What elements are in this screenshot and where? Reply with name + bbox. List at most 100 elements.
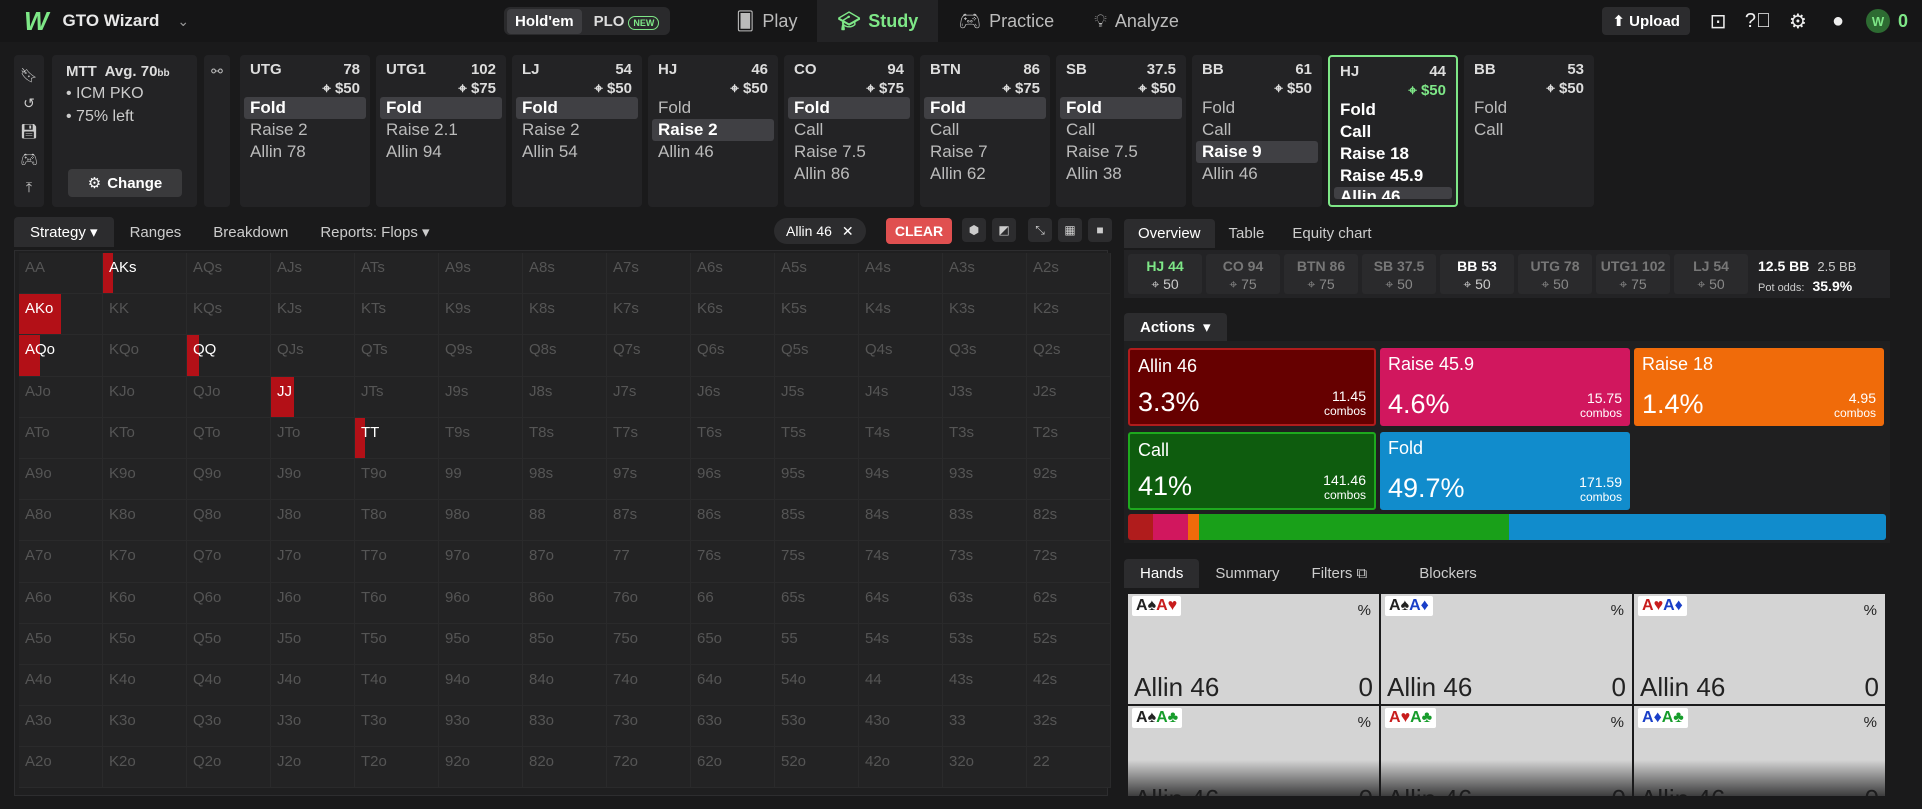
hand-cell[interactable]: J7o [271,541,355,583]
hand-cell[interactable]: Q6o [187,582,271,624]
hand-cell[interactable]: T7o [355,541,439,583]
hand-cell[interactable]: 76s [691,541,775,583]
position-action[interactable]: Fold [652,97,774,119]
tab-ranges[interactable]: Ranges [114,218,198,247]
hand-cell[interactable]: J2o [271,747,355,789]
hand-cell[interactable]: 85o [523,623,607,665]
hand-cell[interactable]: K7o [103,541,187,583]
hand-cell[interactable]: A3s [943,253,1027,295]
position-action[interactable]: Fold [1334,99,1452,121]
hand-cell[interactable]: AQs [187,253,271,295]
nav-practice[interactable]: 🎮︎ Practice [938,0,1074,42]
hand-cell[interactable]: 66 [691,582,775,624]
hand-cell[interactable]: Q5s [775,335,859,377]
hand-cell[interactable]: JJ [271,376,355,418]
position-action[interactable]: Raise 9 [1196,141,1318,163]
hand-cell[interactable]: ATo [19,417,103,459]
position-action[interactable]: Fold [788,97,910,119]
hand-cell[interactable]: J4s [859,376,943,418]
hand-cell[interactable]: Q8o [187,500,271,542]
position-action[interactable]: Allin 54 [516,141,638,163]
position-action[interactable]: Call [1196,119,1318,141]
hand-cell[interactable]: 52s [1027,623,1111,665]
hand-cell[interactable]: 87o [523,541,607,583]
strip-position[interactable]: UTG1 102 ⌖ 75 [1596,254,1670,294]
hand-cell[interactable]: A4o [19,664,103,707]
hand-cell[interactable]: 76o [607,582,691,624]
hand-cell[interactable]: J8s [523,376,607,418]
hand-cell[interactable]: A3o [19,706,103,748]
position-action[interactable]: Fold [380,97,502,119]
position-action[interactable]: Fold [924,97,1046,119]
hand-cell[interactable]: K4o [103,664,187,707]
hand-cell[interactable]: QQ [187,335,271,377]
hand-cell[interactable]: K9o [103,458,187,501]
hand-cell[interactable]: K7s [607,294,691,336]
hand-cell[interactable]: QJs [271,335,355,377]
contrast-icon[interactable]: ◩ [992,218,1016,242]
hand-cell[interactable]: T2s [1027,417,1111,459]
position-card-hj[interactable]: HJ 46 ⌖ $50 Fold Raise 2 Allin 46 [648,55,778,207]
position-card-bb[interactable]: BB 61 ⌖ $50 Fold Call Raise 9 Allin 46 [1192,55,1322,207]
hand-cell[interactable]: 96s [691,458,775,501]
tab-summary[interactable]: Summary [1199,559,1295,588]
position-card-btn[interactable]: BTN 86 ⌖ $75 Fold Call Raise 7 Allin 62 [920,55,1050,207]
hand-cell[interactable]: 83s [943,500,1027,542]
position-card-utg1[interactable]: UTG1 102 ⌖ $75 Fold Raise 2.1 Allin 94 [376,55,506,207]
position-action[interactable]: Fold [1060,97,1182,119]
hand-cell[interactable]: 43s [943,664,1027,707]
position-card-hj[interactable]: HJ 44 ⌖ $50 Fold Call Raise 18 Raise 45.9 Allin… [1328,55,1458,207]
hand-cell[interactable]: 64o [691,664,775,707]
position-action[interactable]: Fold [244,97,366,119]
hand-cell[interactable]: 64s [859,582,943,624]
hand-cell[interactable]: 93s [943,458,1027,501]
hand-cell[interactable]: A2o [19,747,103,789]
hand-cell[interactable]: 73o [607,706,691,748]
hand-cell[interactable]: 97o [439,541,523,583]
hand-cell[interactable]: 88 [523,500,607,542]
hand-cell[interactable]: 99 [439,458,523,501]
hand-cell[interactable]: QTs [355,335,439,377]
hand-cell[interactable]: 77 [607,541,691,583]
hand-cell[interactable]: 94s [859,458,943,501]
hand-cell[interactable]: Q3s [943,335,1027,377]
position-action[interactable]: Raise 7 [924,141,1046,163]
hand-cell[interactable]: T4o [355,664,439,707]
hand-cell[interactable]: 32s [1027,706,1111,748]
hand-cell[interactable]: 98s [523,458,607,501]
hand-cell[interactable]: 65o [691,623,775,665]
hand-cell[interactable]: K6s [691,294,775,336]
position-action[interactable]: Allin 46 [1196,163,1318,185]
hand-cell[interactable]: Q4s [859,335,943,377]
hand-cell[interactable]: T4s [859,417,943,459]
hand-cell[interactable]: A8s [523,253,607,295]
hand-cell[interactable]: T5o [355,623,439,665]
hand-cell[interactable]: K5o [103,623,187,665]
hand-cell[interactable]: 44 [859,664,943,707]
position-action[interactable]: Raise 45.9 [1334,165,1452,187]
hand-cell[interactable]: J3s [943,376,1027,418]
hand-cell[interactable]: 96o [439,582,523,624]
hand-cell[interactable]: 74s [859,541,943,583]
position-action[interactable]: Raise 2 [652,119,774,141]
hand-cell[interactable]: 95s [775,458,859,501]
hand-cell[interactable]: 32o [943,747,1027,789]
tab-filters[interactable]: Filters ⧉ [1296,559,1384,588]
hand-cell[interactable]: 94o [439,664,523,707]
hand-cell[interactable]: AJs [271,253,355,295]
hand-cell[interactable]: 53s [943,623,1027,665]
hand-cell[interactable]: Q7s [607,335,691,377]
hand-cell[interactable]: ATs [355,253,439,295]
position-action[interactable]: Raise 18 [1334,143,1452,165]
hand-cell[interactable]: T8o [355,500,439,542]
grid-icon[interactable]: ▦ [1058,218,1082,242]
hand-cell[interactable]: A6s [691,253,775,295]
hand-cell[interactable]: K9s [439,294,523,336]
hand-cell[interactable]: Q9s [439,335,523,377]
hand-cell[interactable]: A4s [859,253,943,295]
square-icon[interactable]: ■ [1088,218,1112,242]
position-action[interactable]: Raise 7.5 [1060,141,1182,163]
hand-cell[interactable]: 53o [775,706,859,748]
position-action[interactable]: Allin 86 [788,163,910,185]
hand-cell[interactable]: 54o [775,664,859,707]
